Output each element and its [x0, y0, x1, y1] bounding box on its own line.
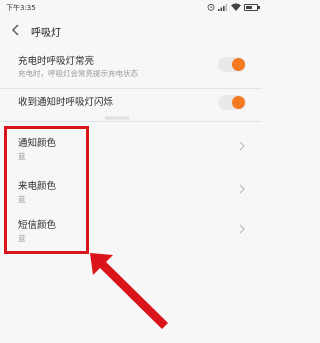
chevron-right-icon: [239, 224, 245, 234]
header: 呼吸灯: [0, 14, 262, 48]
setting-description: 充电时，呼吸灯会常亮提示充电状态: [18, 69, 138, 78]
status-time: 下午3:35: [6, 4, 36, 12]
chevron-left-icon[interactable]: [8, 22, 24, 38]
signal-icon: [218, 4, 228, 11]
chevron-right-icon: [239, 184, 245, 194]
toggle-switch[interactable]: [218, 57, 246, 72]
annotation-highlight-box: [4, 126, 89, 254]
setting-notification-blink[interactable]: 收到通知时呼吸灯闪烁: [0, 89, 262, 117]
divider: [0, 121, 262, 122]
toggle-switch[interactable]: [218, 95, 246, 110]
battery-icon: [244, 3, 260, 11]
toggle-knob: [232, 58, 245, 71]
battery-level: [246, 5, 252, 9]
setting-label: 充电时呼吸灯常亮: [18, 56, 95, 67]
wifi-icon: [231, 3, 241, 11]
setting-label: 收到通知时呼吸灯闪烁: [18, 97, 114, 108]
toggle-knob: [232, 96, 245, 109]
page-title: 呼吸灯: [31, 28, 61, 39]
setting-charging-light[interactable]: 充电时呼吸灯常亮 充电时，呼吸灯会常亮提示充电状态: [0, 48, 262, 88]
status-icons: [207, 2, 260, 12]
status-bar: 下午3:35: [0, 0, 262, 14]
alarm-icon: [207, 3, 215, 11]
chevron-right-icon: [239, 141, 245, 151]
